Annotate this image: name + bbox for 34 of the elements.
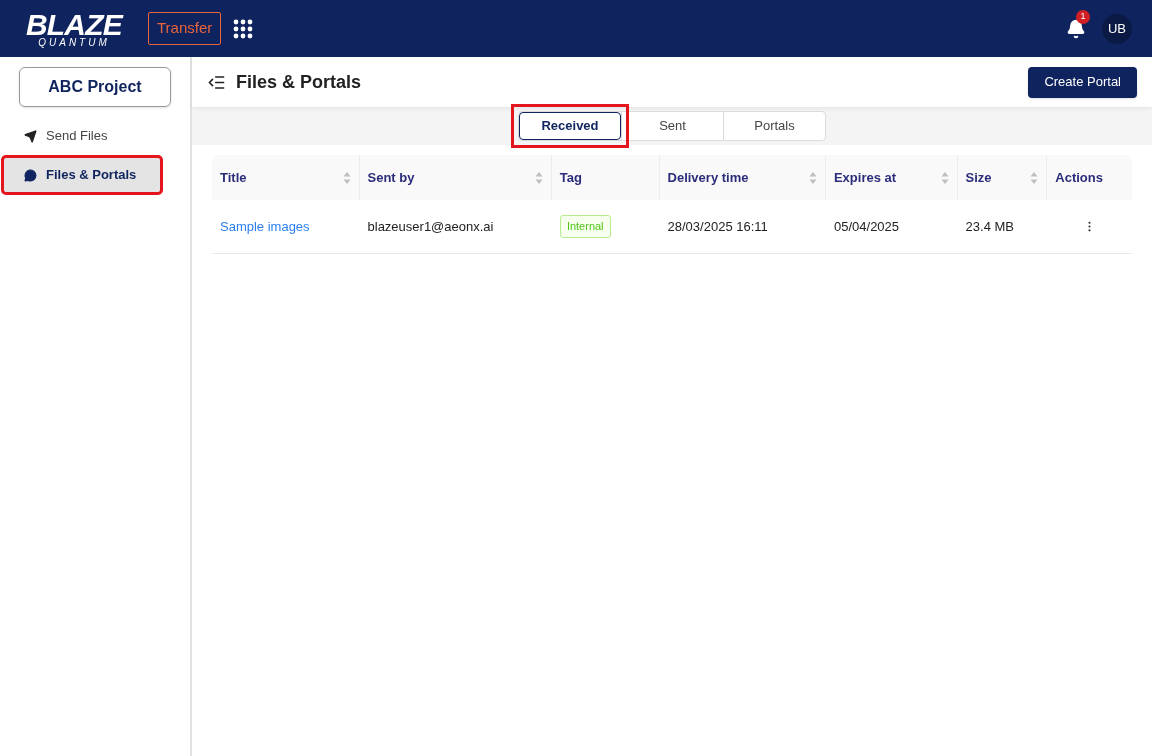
- page-title: Files & Portals: [236, 70, 362, 94]
- sender-email: blazeuser1@aeonx.ai: [367, 218, 494, 234]
- tag-badge: Internal: [559, 215, 611, 238]
- column-header[interactable]: Delivery time: [659, 155, 826, 200]
- paper-plane-icon: [24, 129, 37, 143]
- notification-bell-icon[interactable]: [1066, 18, 1086, 39]
- expiry-date: 05/04/2025: [834, 218, 900, 234]
- column-header[interactable]: Size: [957, 155, 1048, 200]
- tab[interactable]: Portals: [723, 112, 825, 140]
- create-portal-button[interactable]: Create Portal: [1028, 66, 1137, 98]
- column-header[interactable]: Title: [212, 155, 360, 200]
- sort-icon[interactable]: [1030, 170, 1039, 185]
- tab[interactable]: Sent: [621, 112, 723, 140]
- project-selector[interactable]: ABC Project: [19, 67, 171, 107]
- file-title-link[interactable]: Sample images: [220, 218, 310, 234]
- column-header[interactable]: Expires at: [825, 155, 958, 200]
- column-header[interactable]: Sent by: [359, 155, 552, 200]
- logo: BLAZE QUANTUM: [24, 9, 125, 48]
- tab[interactable]: Received: [519, 112, 621, 140]
- column-header: Actions: [1054, 168, 1104, 187]
- sidebar-item[interactable]: Send Files: [2, 117, 188, 155]
- column-header: Tag: [551, 155, 660, 200]
- sort-icon[interactable]: [808, 170, 817, 185]
- app-grid-icon[interactable]: [233, 18, 254, 39]
- sort-icon[interactable]: [342, 170, 351, 185]
- sort-icon[interactable]: [940, 170, 949, 185]
- user-avatar[interactable]: UB: [1102, 13, 1132, 44]
- sort-icon[interactable]: [534, 170, 543, 185]
- transfer-button[interactable]: Transfer: [148, 12, 222, 45]
- notification-count: 1: [1076, 9, 1090, 24]
- sidebar-item[interactable]: Files & Portals: [2, 156, 162, 194]
- file-size: 23.4 MB: [965, 218, 1014, 234]
- delivery-time: 28/03/2025 16:11: [667, 218, 768, 234]
- chat-icon: [24, 168, 37, 182]
